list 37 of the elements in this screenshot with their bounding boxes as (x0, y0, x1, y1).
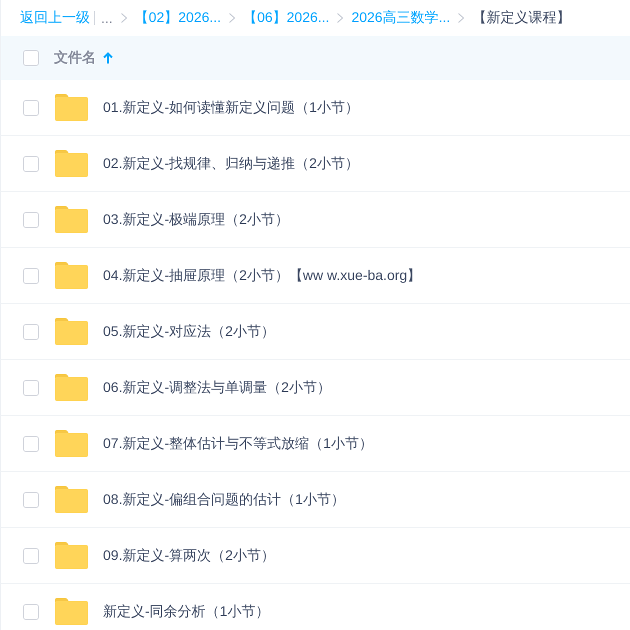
folder-icon (55, 374, 88, 401)
row-checkbox[interactable] (23, 492, 39, 508)
row-checkbox[interactable] (23, 268, 39, 284)
chevron-right-icon (120, 13, 127, 23)
folder-icon (55, 262, 88, 289)
row-checkbox[interactable] (23, 100, 39, 116)
chevron-right-icon (229, 13, 236, 23)
folder-name[interactable]: 01.新定义-如何读懂新定义问题（1小节） (103, 98, 359, 116)
folder-name[interactable]: 09.新定义-算两次（2小节） (103, 546, 275, 564)
folder-icon (55, 430, 88, 457)
folder-icon (55, 318, 88, 345)
row-checkbox[interactable] (23, 212, 39, 228)
row-checkbox[interactable] (23, 548, 39, 564)
row-checkbox[interactable] (23, 380, 39, 396)
row-checkbox[interactable] (23, 436, 39, 452)
folder-icon (55, 598, 88, 625)
folder-name[interactable]: 07.新定义-整体估计与不等式放缩（1小节） (103, 434, 373, 452)
folder-name[interactable]: 02.新定义-找规律、归纳与递推（2小节） (103, 154, 359, 172)
row-checkbox[interactable] (23, 156, 39, 172)
select-all-checkbox[interactable] (23, 50, 39, 66)
chevron-right-icon (337, 13, 344, 23)
folder-name[interactable]: 06.新定义-调整法与单调量（2小节） (103, 378, 331, 396)
row-checkbox[interactable] (23, 604, 39, 620)
folder-name[interactable]: 03.新定义-极端原理（2小节） (103, 210, 289, 228)
folder-name[interactable]: 新定义-同余分析（1小节） (103, 602, 270, 620)
folder-icon (55, 94, 88, 121)
row-checkbox[interactable] (23, 324, 39, 340)
folder-name[interactable]: 05.新定义-对应法（2小节） (103, 322, 275, 340)
folder-icon (55, 150, 88, 177)
folder-icon (55, 206, 88, 233)
folder-icon (55, 542, 88, 569)
current-folder-label: 【新定义课程】 (472, 9, 570, 27)
sort-ascending-icon[interactable] (103, 52, 113, 64)
folder-icon (55, 486, 88, 513)
folder-name[interactable]: 08.新定义-偏组合问题的估计（1小节） (103, 490, 345, 508)
chevron-right-icon (458, 13, 464, 23)
folder-name[interactable]: 04.新定义-抽屉原理（2小节）【ww w.xue-ba.org】 (103, 266, 422, 284)
